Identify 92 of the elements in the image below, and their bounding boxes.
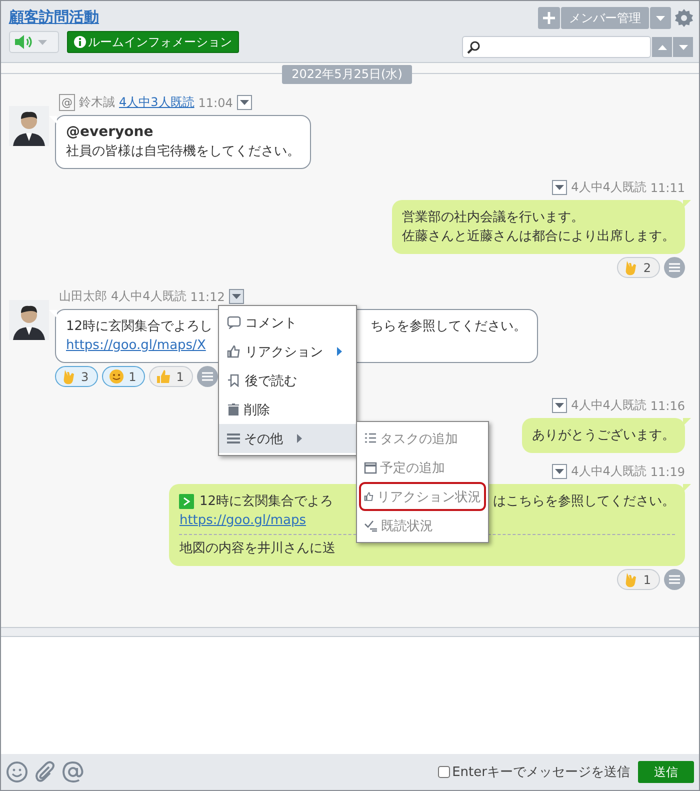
smile-icon[interactable] bbox=[6, 761, 28, 783]
search-down-button[interactable] bbox=[673, 37, 693, 57]
member-dropdown-button[interactable] bbox=[650, 7, 671, 29]
settings-icon[interactable] bbox=[675, 9, 693, 27]
caret-icon bbox=[555, 185, 564, 190]
reaction-chip[interactable]: 3 bbox=[55, 366, 98, 387]
message-text: 地図の内容を井川さんに送 bbox=[179, 540, 336, 558]
reaction-chip[interactable]: 1 bbox=[102, 366, 146, 387]
reaction-menu-button[interactable] bbox=[664, 257, 685, 278]
send-button[interactable]: 送信 bbox=[638, 761, 694, 783]
message-text: @everyone bbox=[66, 123, 154, 142]
message-menu-button[interactable] bbox=[552, 398, 568, 413]
resize-handle[interactable] bbox=[1, 627, 699, 637]
read-status[interactable]: 4人中4人既読 bbox=[571, 179, 646, 196]
menu-item[interactable]: タスクの追加 bbox=[359, 424, 486, 453]
checkbox-label: Enterキーでメッセージを送信 bbox=[452, 764, 630, 781]
reaction-chip[interactable]: 1 bbox=[149, 366, 193, 387]
room-info-button[interactable]: ルームインフォメーション bbox=[67, 31, 239, 53]
menu-icon bbox=[202, 372, 213, 381]
message-text: ちらを参照してください。 bbox=[370, 318, 527, 336]
message-text: 営業部の社内会議を行います。 bbox=[402, 209, 584, 227]
message-menu-button[interactable] bbox=[228, 289, 244, 304]
comment-icon bbox=[227, 316, 241, 329]
mention-mark: @ bbox=[59, 94, 75, 111]
message-text: 12時に玄関集合でよろし bbox=[66, 318, 213, 336]
menu-item[interactable]: コメント bbox=[219, 308, 356, 337]
menu-item[interactable]: その他 bbox=[219, 424, 356, 453]
sound-button[interactable] bbox=[9, 31, 59, 53]
menu-icon bbox=[669, 575, 680, 584]
message-time: 11:11 bbox=[650, 180, 685, 194]
menu-item[interactable]: 後で読む bbox=[219, 366, 356, 395]
caret-icon bbox=[658, 44, 666, 50]
menu-icon bbox=[669, 263, 680, 272]
menu-item[interactable]: 既読状況 bbox=[359, 511, 486, 540]
plus-icon bbox=[543, 12, 555, 24]
search-up-button[interactable] bbox=[652, 37, 672, 57]
mention-icon[interactable] bbox=[62, 761, 84, 783]
smile-icon bbox=[108, 369, 124, 384]
sender-name: 山田太郎 bbox=[59, 288, 107, 305]
reaction-menu-button[interactable] bbox=[664, 569, 685, 590]
add-button[interactable] bbox=[538, 7, 560, 29]
bookmark-icon bbox=[227, 374, 241, 387]
trash-icon bbox=[227, 403, 240, 416]
thumbs-up-icon bbox=[227, 345, 241, 358]
map-link[interactable]: https://goo.gl/maps/X bbox=[66, 336, 206, 355]
reaction-chip[interactable]: 2 bbox=[617, 257, 660, 278]
map-link[interactable]: https://goo.gl/maps bbox=[179, 511, 306, 530]
message-text: 12時に玄関集合でよろ bbox=[199, 493, 333, 511]
caret-icon bbox=[38, 40, 47, 44]
caret-icon bbox=[555, 469, 564, 474]
caret-icon bbox=[240, 100, 249, 105]
caret-icon bbox=[232, 294, 241, 299]
task-list-icon bbox=[364, 432, 377, 445]
search-field[interactable] bbox=[462, 36, 651, 58]
message-time: 11:12 bbox=[190, 290, 225, 304]
menu-icon bbox=[227, 433, 240, 444]
check-list-icon bbox=[364, 519, 378, 532]
menu-item[interactable]: リアクション bbox=[219, 337, 356, 366]
read-status[interactable]: 4人中4人既読 bbox=[571, 463, 646, 480]
enter-send-checkbox[interactable] bbox=[438, 766, 450, 778]
member-button[interactable]: メンバー管理 bbox=[561, 7, 649, 29]
menu-item[interactable]: 削除 bbox=[219, 395, 356, 424]
read-status[interactable]: 4人中3人既読 bbox=[119, 94, 194, 111]
reaction-chip[interactable]: 1 bbox=[617, 569, 660, 590]
caret-icon bbox=[656, 16, 665, 20]
reaction-menu-button[interactable] bbox=[196, 366, 218, 387]
date-label: 2022年5月25日(水) bbox=[282, 65, 412, 84]
paperclip-icon[interactable] bbox=[34, 761, 56, 783]
message-time: 11:16 bbox=[650, 398, 685, 412]
read-status[interactable]: 4人中4人既読 bbox=[571, 397, 646, 414]
speaker-icon bbox=[14, 34, 34, 50]
caret-icon bbox=[678, 44, 688, 50]
message-menu-button[interactable] bbox=[236, 95, 252, 110]
room-title[interactable]: 顧客訪問活動 bbox=[9, 7, 239, 27]
message-text: はこちらを参照してください。 bbox=[493, 493, 675, 511]
menu-item[interactable]: 予定の追加 bbox=[359, 453, 486, 482]
calendar-icon bbox=[364, 461, 377, 474]
sender-name: 鈴木誠 bbox=[79, 94, 115, 111]
message-text: ありがとうございます。 bbox=[532, 427, 675, 445]
caret-icon bbox=[555, 403, 564, 408]
menu-item[interactable]: リアクション状況 bbox=[359, 482, 486, 511]
thumbs-up-icon bbox=[156, 369, 172, 384]
thumbs-up-icon bbox=[364, 490, 374, 503]
message-text: 社員の皆様は自宅待機をしてください。 bbox=[66, 143, 300, 161]
read-status[interactable]: 4人中4人既読 bbox=[111, 288, 186, 305]
message-menu-button[interactable] bbox=[552, 180, 568, 195]
search-icon bbox=[467, 40, 481, 54]
message-time: 11:04 bbox=[198, 96, 233, 110]
info-icon bbox=[74, 36, 86, 48]
message-menu-button[interactable] bbox=[552, 464, 568, 479]
message-text: 佐藤さんと近藤さんは都合により出席します。 bbox=[402, 228, 675, 246]
message-time: 11:19 bbox=[650, 464, 685, 478]
